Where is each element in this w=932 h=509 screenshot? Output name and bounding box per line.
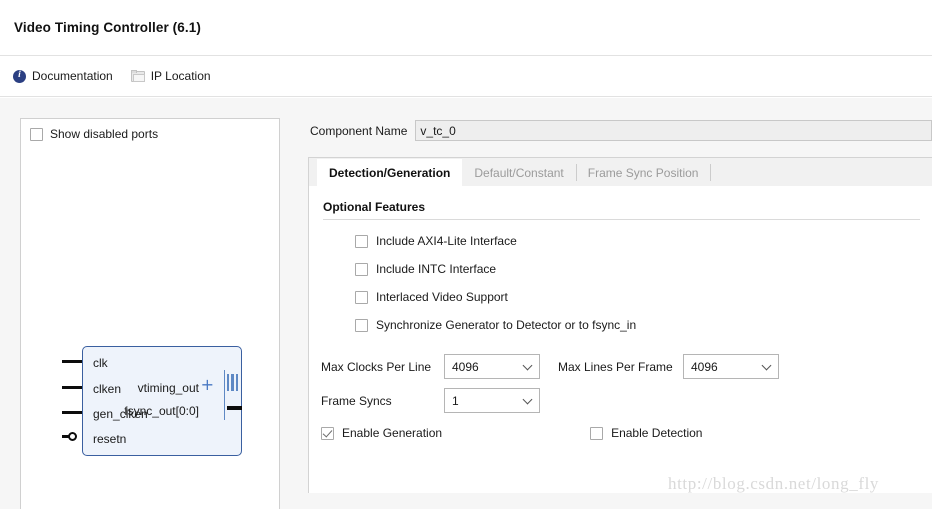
chevron-down-icon — [523, 362, 532, 371]
ip-location-button[interactable]: IP Location — [130, 69, 211, 83]
tab-divider — [710, 163, 712, 181]
enable-row: Enable Generation Enable Detection — [321, 426, 932, 440]
option-include-intc[interactable]: Include INTC Interface — [355, 262, 932, 276]
frame-syncs-row: Frame Syncs 1 — [321, 388, 932, 413]
folder-icon — [130, 70, 145, 82]
enable-detection-checkbox[interactable] — [590, 426, 604, 440]
info-circle-icon: i — [13, 69, 26, 83]
max-lines-per-frame-select[interactable]: 4096 — [683, 354, 779, 379]
ip-block-symbol[interactable]: clk clken gen_clken resetn vtiming_out f… — [62, 346, 242, 456]
max-lines-per-frame-value: 4096 — [691, 359, 718, 374]
component-name-row: Component Name v_tc_0 — [300, 98, 932, 141]
ip-location-label: IP Location — [150, 69, 211, 83]
toolbar: i Documentation IP Location — [0, 55, 932, 97]
show-disabled-ports-label: Show disabled ports — [50, 127, 159, 141]
pin-clken — [62, 386, 82, 389]
enable-detection-label: Enable Detection — [611, 426, 703, 440]
field-grid: Max Clocks Per Line 4096 Max Lines Per F… — [321, 354, 932, 413]
option-include-axi4-lite[interactable]: Include AXI4-Lite Interface — [355, 234, 932, 248]
max-clocks-per-line-value: 4096 — [452, 359, 479, 374]
max-clocks-and-lines-row: Max Clocks Per Line 4096 Max Lines Per F… — [321, 354, 932, 379]
tab-default-constant[interactable]: Default/Constant — [462, 159, 575, 186]
tab-page-detection-generation: Optional Features Include AXI4-Lite Inte… — [309, 186, 932, 493]
include-intc-checkbox[interactable] — [355, 262, 368, 276]
include-axi4-lite-label: Include AXI4-Lite Interface — [376, 234, 517, 248]
enable-detection-item[interactable]: Enable Detection — [590, 426, 702, 440]
include-intc-label: Include INTC Interface — [376, 262, 497, 276]
pin-fsync-out — [227, 406, 242, 410]
port-label-vtiming-out: vtiming_out — [137, 381, 199, 395]
enable-generation-checkbox[interactable] — [321, 426, 334, 440]
ip-symbol-panel: Show disabled ports clk clken gen_clken … — [20, 118, 280, 509]
chevron-down-icon — [762, 362, 771, 371]
plus-icon[interactable]: + — [201, 377, 214, 393]
dialog-body: Show disabled ports clk clken gen_clken … — [0, 98, 932, 509]
component-name-label: Component Name — [310, 123, 408, 138]
window-title-bar: Video Timing Controller (6.1) — [0, 0, 932, 55]
synchronize-generator-checkbox[interactable] — [355, 318, 368, 332]
optional-features-heading: Optional Features — [323, 200, 426, 214]
bus-connector-icon — [226, 374, 238, 391]
max-clocks-per-line-select[interactable]: 4096 — [444, 354, 540, 379]
max-clocks-per-line-label: Max Clocks Per Line — [321, 359, 432, 374]
tab-container: Detection/Generation Default/Constant Fr… — [308, 157, 932, 493]
tab-frame-sync-position[interactable]: Frame Sync Position — [575, 159, 711, 186]
port-label-resetn: resetn — [93, 432, 127, 446]
frame-syncs-label: Frame Syncs — [321, 393, 392, 408]
component-name-input[interactable]: v_tc_0 — [415, 120, 932, 141]
left-column: Show disabled ports clk clken gen_clken … — [0, 98, 300, 509]
option-synchronize-generator[interactable]: Synchronize Generator to Detector or to … — [355, 318, 932, 332]
chevron-down-icon — [523, 396, 532, 405]
enable-generation-label: Enable Generation — [342, 426, 443, 440]
pin-resetn-bubble-icon — [68, 432, 77, 441]
bus-rail — [223, 370, 225, 420]
documentation-button[interactable]: i Documentation — [13, 69, 113, 83]
port-label-clken: clken — [93, 382, 122, 396]
documentation-label: Documentation — [32, 69, 113, 83]
frame-syncs-select[interactable]: 1 — [444, 388, 540, 413]
port-label-clk: clk — [93, 356, 108, 370]
right-column: Component Name v_tc_0 Detection/Generati… — [300, 98, 932, 509]
frame-syncs-value: 1 — [452, 393, 459, 408]
synchronize-generator-label: Synchronize Generator to Detector or to … — [376, 318, 637, 332]
option-interlaced-video[interactable]: Interlaced Video Support — [355, 290, 932, 304]
page-title: Video Timing Controller (6.1) — [14, 20, 201, 35]
enable-generation-item[interactable]: Enable Generation — [321, 426, 442, 440]
show-disabled-ports-row[interactable]: Show disabled ports — [21, 119, 279, 141]
port-label-fsync-out: fsync_out[0:0] — [124, 404, 199, 418]
include-axi4-lite-checkbox[interactable] — [355, 234, 368, 248]
section-divider — [323, 219, 920, 220]
interlaced-video-checkbox[interactable] — [355, 290, 368, 304]
tab-detection-generation[interactable]: Detection/Generation — [317, 159, 463, 186]
pin-gen-clken — [62, 411, 82, 414]
show-disabled-ports-checkbox[interactable] — [30, 127, 43, 141]
tabstrip: Detection/Generation Default/Constant Fr… — [309, 158, 932, 186]
max-lines-per-frame-label: Max Lines Per Frame — [558, 359, 673, 374]
interlaced-video-label: Interlaced Video Support — [376, 290, 508, 304]
pin-clk — [62, 360, 82, 363]
